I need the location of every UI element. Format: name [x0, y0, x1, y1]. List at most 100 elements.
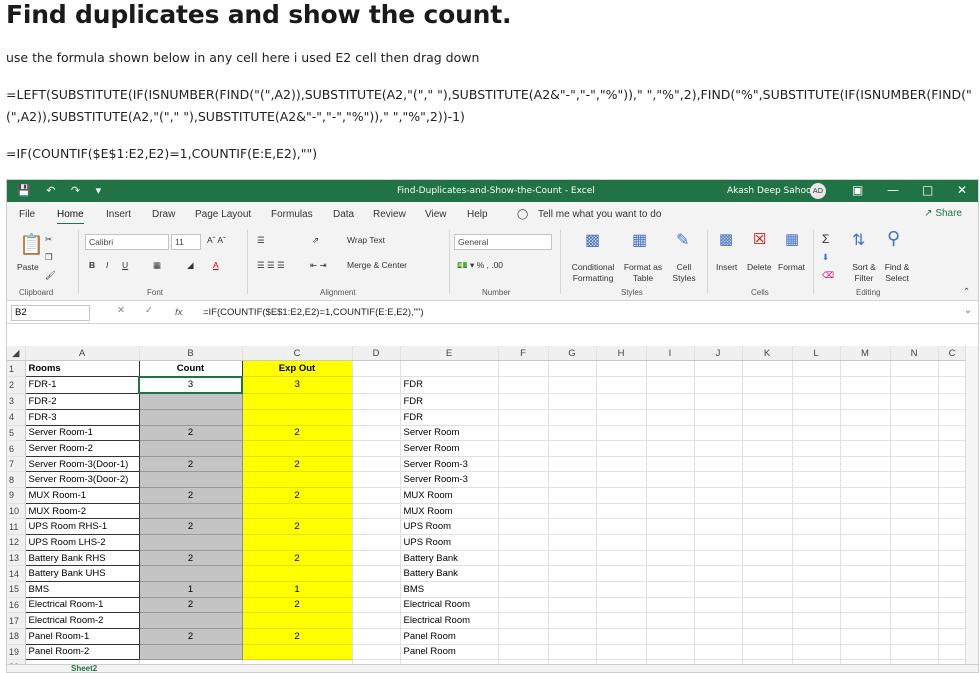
cell-e[interactable]: UPS Room — [400, 518, 499, 536]
column-header[interactable]: G — [548, 346, 597, 361]
enter-icon[interactable]: ✓ — [145, 305, 153, 316]
empty-cell[interactable] — [840, 376, 891, 394]
empty-cell[interactable] — [938, 425, 967, 442]
cell-d[interactable] — [352, 518, 401, 536]
empty-cell[interactable] — [840, 628, 891, 645]
empty-cell[interactable] — [938, 503, 967, 520]
empty-cell[interactable] — [694, 550, 743, 567]
empty-cell[interactable] — [792, 503, 841, 520]
cell-a[interactable]: MUX Room-2 — [24, 503, 140, 520]
empty-cell[interactable] — [792, 581, 841, 598]
empty-cell[interactable] — [890, 456, 939, 473]
font-size-select[interactable]: 11 — [171, 234, 201, 250]
empty-cell[interactable] — [596, 440, 647, 457]
empty-cell[interactable] — [646, 644, 695, 661]
font-grow-icon[interactable]: Aˆ Aˇ — [207, 235, 226, 245]
empty-cell[interactable] — [792, 425, 841, 442]
empty-cell[interactable] — [840, 503, 891, 520]
cell-b[interactable]: 2 — [139, 597, 243, 614]
vertical-scrollbar[interactable] — [965, 346, 978, 664]
row-header[interactable]: 3 — [7, 393, 26, 410]
empty-cell[interactable] — [840, 409, 891, 426]
column-header[interactable]: E — [400, 346, 499, 361]
font-name-select[interactable]: Calibri — [85, 234, 169, 250]
empty-cell[interactable] — [498, 487, 549, 504]
cell-d[interactable] — [352, 360, 401, 378]
empty-cell[interactable] — [694, 456, 743, 473]
cell-a[interactable]: UPS Room LHS-2 — [24, 534, 140, 551]
empty-cell[interactable] — [742, 425, 793, 442]
empty-cell[interactable] — [596, 376, 647, 394]
row-header[interactable]: 11 — [7, 518, 26, 536]
empty-cell[interactable] — [792, 644, 841, 661]
empty-cell[interactable] — [792, 471, 841, 489]
paste-button[interactable]: Paste — [17, 262, 39, 272]
empty-cell[interactable] — [938, 393, 967, 410]
avatar[interactable]: AD — [810, 183, 826, 199]
row-header[interactable]: 16 — [7, 597, 26, 614]
tab-draw[interactable]: Draw — [152, 209, 175, 220]
cell-b[interactable]: 2 — [139, 518, 243, 536]
cell-b[interactable] — [139, 393, 243, 410]
empty-cell[interactable] — [498, 503, 549, 520]
cell-d[interactable] — [352, 487, 401, 504]
empty-cell[interactable] — [498, 644, 549, 661]
empty-cell[interactable] — [840, 581, 891, 598]
cell-c[interactable]: 2 — [242, 628, 353, 645]
empty-cell[interactable] — [840, 425, 891, 442]
empty-cell[interactable] — [840, 393, 891, 410]
cell-d[interactable] — [352, 534, 401, 551]
empty-cell[interactable] — [694, 581, 743, 598]
empty-cell[interactable] — [694, 409, 743, 426]
empty-cell[interactable] — [938, 456, 967, 473]
row-header[interactable]: 10 — [7, 503, 26, 520]
row-header[interactable]: 17 — [7, 612, 26, 629]
empty-cell[interactable] — [548, 518, 597, 536]
cell-d[interactable] — [352, 425, 401, 442]
tab-page-layout[interactable]: Page Layout — [195, 209, 251, 220]
cell-e[interactable]: Server Room — [400, 425, 499, 442]
empty-cell[interactable] — [646, 456, 695, 473]
cell-d[interactable] — [352, 471, 401, 489]
empty-cell[interactable] — [498, 409, 549, 426]
cell-a[interactable]: FDR-2 — [24, 393, 140, 410]
row-header[interactable]: 18 — [7, 628, 26, 645]
column-header[interactable]: C — [938, 346, 967, 361]
collapse-ribbon-icon[interactable]: ⌃ — [963, 286, 970, 297]
empty-cell[interactable] — [890, 644, 939, 661]
empty-cell[interactable] — [694, 440, 743, 457]
empty-cell[interactable] — [694, 597, 743, 614]
number-format-select[interactable]: General — [454, 234, 552, 250]
empty-cell[interactable] — [938, 376, 967, 394]
column-header[interactable]: J — [694, 346, 743, 361]
empty-cell[interactable] — [742, 534, 793, 551]
empty-cell[interactable] — [792, 534, 841, 551]
empty-cell[interactable] — [742, 628, 793, 645]
empty-cell[interactable] — [596, 487, 647, 504]
empty-cell[interactable] — [840, 534, 891, 551]
empty-cell[interactable] — [548, 534, 597, 551]
format-as-table-button[interactable]: Format as Table — [621, 262, 665, 284]
empty-cell[interactable] — [596, 393, 647, 410]
cell-c[interactable]: 2 — [242, 425, 353, 442]
empty-cell[interactable] — [938, 440, 967, 457]
cell-c[interactable] — [242, 612, 353, 629]
cell-e[interactable]: BMS — [400, 581, 499, 598]
cell-a[interactable]: FDR-3 — [24, 409, 140, 426]
column-header[interactable]: C — [242, 346, 353, 361]
empty-cell[interactable] — [646, 581, 695, 598]
empty-cell[interactable] — [742, 440, 793, 457]
cell-b[interactable] — [139, 644, 243, 661]
empty-cell[interactable] — [890, 471, 939, 489]
row-header[interactable]: 14 — [7, 565, 26, 582]
empty-cell[interactable] — [890, 612, 939, 629]
empty-cell[interactable] — [548, 471, 597, 489]
empty-cell[interactable] — [548, 550, 597, 567]
empty-cell[interactable] — [938, 597, 967, 614]
row-header[interactable]: 1 — [7, 360, 26, 378]
empty-cell[interactable] — [596, 456, 647, 473]
empty-cell[interactable] — [548, 581, 597, 598]
empty-cell[interactable] — [792, 393, 841, 410]
cell-d[interactable] — [352, 628, 401, 645]
cell-a[interactable]: Server Room-2 — [24, 440, 140, 457]
